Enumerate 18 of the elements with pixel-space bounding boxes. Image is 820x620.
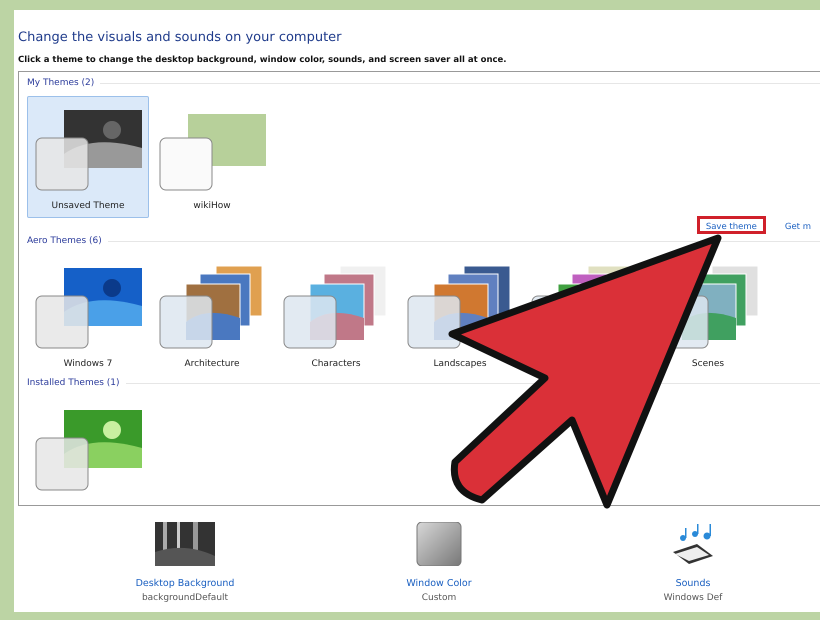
theme-tile[interactable]: Unsaved Theme <box>27 96 149 218</box>
theme-tile[interactable]: wikiHow <box>151 96 273 218</box>
link[interactable]: Get m <box>776 216 820 234</box>
page-heading: Change the visuals and sounds on your computer <box>18 30 343 45</box>
setting-link[interactable]: Desktop Background <box>136 578 234 589</box>
group-title: Aero Themes (6) <box>27 236 102 246</box>
setting-link[interactable]: Window Color <box>406 578 472 589</box>
instruction-text: Click a theme to change the desktop background, window color, sounds, and screen saver all at once. <box>18 55 508 65</box>
group-title: Installed Themes (1) <box>27 378 120 388</box>
theme-tile[interactable]: Architecture <box>151 254 273 376</box>
setting-value: backgroundDefault <box>142 593 228 603</box>
setting-link[interactable]: Sounds <box>676 578 710 589</box>
group-title: My Themes (2) <box>27 78 94 88</box>
setting-value: Windows Def <box>664 593 722 603</box>
setting-value: Custom <box>422 593 456 603</box>
link[interactable]: Save theme <box>696 216 766 234</box>
theme-tile[interactable]: Windows 7 <box>27 254 149 376</box>
theme-tile[interactable]: Characters <box>275 254 397 376</box>
